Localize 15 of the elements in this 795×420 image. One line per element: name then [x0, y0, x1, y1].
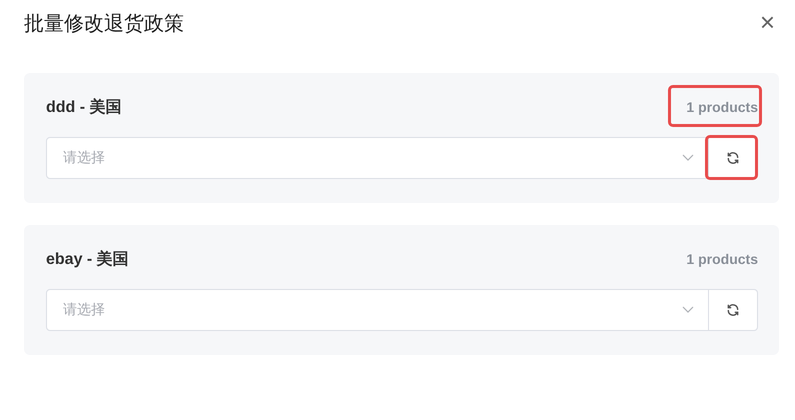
product-count: 1 products	[668, 85, 762, 127]
product-count: 1 products	[686, 251, 758, 267]
store-name: ebay - 美国	[46, 249, 129, 270]
refresh-button[interactable]	[709, 289, 758, 331]
dialog-title: 批量修改退货政策	[24, 12, 184, 36]
refresh-icon	[726, 303, 740, 317]
select-placeholder: 请选择	[63, 149, 105, 167]
select-placeholder: 请选择	[63, 301, 105, 319]
refresh-icon	[726, 151, 740, 165]
chevron-down-icon	[682, 306, 694, 314]
policy-select[interactable]: 请选择	[46, 137, 709, 179]
chevron-down-icon	[682, 154, 694, 162]
close-button[interactable]: ×	[756, 9, 779, 35]
policy-select[interactable]: 请选择	[46, 289, 709, 331]
store-name: ddd - 美国	[46, 97, 122, 118]
